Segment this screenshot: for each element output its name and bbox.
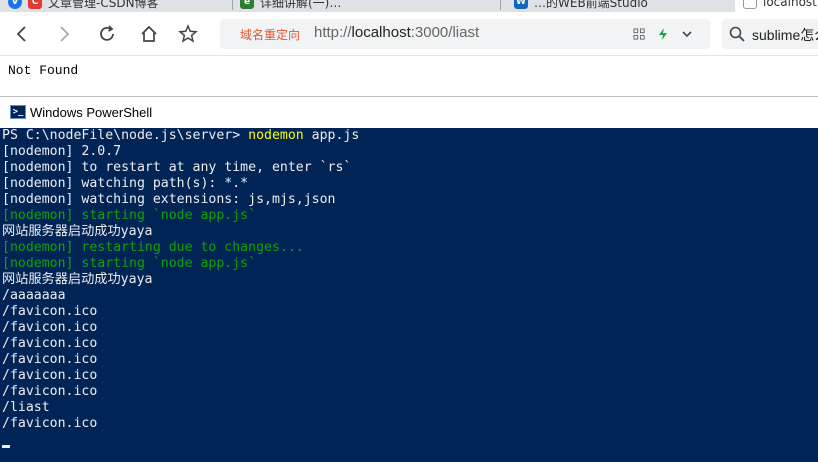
console-text: /favicon.ico xyxy=(2,368,98,383)
console-cursor xyxy=(2,445,10,448)
console-text: [nodemon] 2.0.7 xyxy=(2,144,122,159)
console-text: [nodemon] to restart at any time, enter … xyxy=(2,160,352,175)
console-line: [nodemon] starting `node app.js` xyxy=(2,208,359,224)
console-text: /favicon.ico xyxy=(2,416,98,431)
console-text: [nodemon] watching path(s): *.* xyxy=(2,176,249,191)
home-icon xyxy=(141,25,157,42)
chevron-down-icon[interactable] xyxy=(678,25,696,43)
console-line: [nodemon] watching path(s): *.* xyxy=(2,176,359,192)
reload-icon xyxy=(100,25,114,41)
console-text: [nodemon] watching extensions: js,mjs,js… xyxy=(2,192,336,207)
bookmark-button[interactable] xyxy=(176,22,200,46)
lightning-icon[interactable] xyxy=(654,25,672,43)
address-bar[interactable]: 域名重定向 http://localhost:3000/liast xyxy=(220,19,710,49)
powershell-console[interactable]: PS C:\nodeFile\node.js\server> nodemon a… xyxy=(0,128,818,462)
console-text: [nodemon] restarting due to changes... xyxy=(2,240,304,255)
console-text: /aaaaaaa xyxy=(2,288,66,303)
console-line: PS C:\nodeFile\node.js\server> nodemon a… xyxy=(2,128,359,144)
console-text: 网站服务器启动成功yaya xyxy=(2,272,153,287)
powershell-window: >_ Windows PowerShell PS C:\nodeFile\nod… xyxy=(0,96,818,462)
console-text: [nodemon] starting `node app.js` xyxy=(2,256,257,271)
page-body-text: Not Found xyxy=(8,63,79,78)
tab-title: 文章管理-CSDN博客 xyxy=(48,0,159,10)
search-icon xyxy=(729,26,745,42)
page-favicon-icon xyxy=(743,0,757,9)
page-favicon-icon: W xyxy=(514,0,528,9)
tab-title: 详细讲解(一)… xyxy=(260,0,342,10)
url-text[interactable]: http://localhost:3000/liast xyxy=(314,24,479,41)
console-line: [nodemon] watching extensions: js,mjs,js… xyxy=(2,192,359,208)
powershell-title: Windows PowerShell xyxy=(30,105,153,120)
search-input[interactable]: sublime怎么 xyxy=(752,25,818,45)
console-text: [nodemon] starting `node app.js` xyxy=(2,208,257,223)
console-text: /favicon.ico xyxy=(2,352,98,367)
console-line: [nodemon] starting `node app.js` xyxy=(2,256,359,272)
console-line: /aaaaaaa xyxy=(2,288,359,304)
powershell-titlebar[interactable]: >_ Windows PowerShell xyxy=(0,97,818,128)
console-text: /favicon.ico xyxy=(2,304,98,319)
browser-tab-strip: V C 文章管理-CSDN博客 e 详细讲解(一)… W …的WEB前端Stud… xyxy=(0,0,818,12)
browser-tab-active[interactable]: localhost… xyxy=(735,0,818,12)
console-text: /favicon.ico xyxy=(2,384,98,399)
console-line: /favicon.ico xyxy=(2,304,359,320)
forward-button[interactable] xyxy=(52,22,76,46)
reload-button[interactable] xyxy=(95,22,119,46)
console-line: /favicon.ico xyxy=(2,336,359,352)
console-line: /favicon.ico xyxy=(2,416,359,432)
tab-title: …的WEB前端Studio xyxy=(534,0,648,10)
arrow-right-icon xyxy=(60,26,70,42)
console-text: 网站服务器启动成功yaya xyxy=(2,224,153,239)
console-text: /favicon.ico xyxy=(2,336,98,351)
powershell-icon: >_ xyxy=(10,105,26,119)
home-button[interactable] xyxy=(137,22,161,46)
back-button[interactable] xyxy=(10,22,34,46)
page-favicon-icon: e xyxy=(240,0,254,9)
browser-toolbar: 域名重定向 http://localhost:3000/liast sublim… xyxy=(0,12,818,56)
search-box[interactable]: sublime怎么 xyxy=(722,19,818,49)
console-line: [nodemon] to restart at any time, enter … xyxy=(2,160,359,176)
console-command-arg: app.js xyxy=(303,128,360,143)
arrow-left-icon xyxy=(16,26,26,42)
console-line: 网站服务器启动成功yaya xyxy=(2,272,359,288)
browser-logo-icon: V xyxy=(8,0,22,9)
console-line: /liast xyxy=(2,400,359,416)
browser-tab[interactable]: V C 文章管理-CSDN博客 xyxy=(8,0,208,12)
console-command: nodemon xyxy=(248,128,304,143)
star-icon xyxy=(178,24,198,43)
browser-tab[interactable]: W …的WEB前端Studio xyxy=(514,0,724,12)
console-line: 网站服务器启动成功yaya xyxy=(2,224,359,240)
console-line: /favicon.ico xyxy=(2,352,359,368)
console-line: [nodemon] 2.0.7 xyxy=(2,144,359,160)
tab-title: localhost… xyxy=(763,0,818,9)
console-text: /liast xyxy=(2,400,50,415)
browser-tab[interactable]: e 详细讲解(一)… xyxy=(240,0,490,12)
console-line: /favicon.ico xyxy=(2,320,359,336)
console-output: PS C:\nodeFile\node.js\server> nodemon a… xyxy=(2,128,359,432)
redirect-tag: 域名重定向 xyxy=(240,28,301,42)
console-line: /favicon.ico xyxy=(2,384,359,400)
console-line: [nodemon] restarting due to changes... xyxy=(2,240,359,256)
grid-icon[interactable] xyxy=(630,25,648,43)
console-text: PS C:\nodeFile\node.js\server> xyxy=(2,128,249,143)
csdn-favicon-icon: C xyxy=(28,0,42,9)
console-text: /favicon.ico xyxy=(2,320,98,335)
console-line: /favicon.ico xyxy=(2,368,359,384)
